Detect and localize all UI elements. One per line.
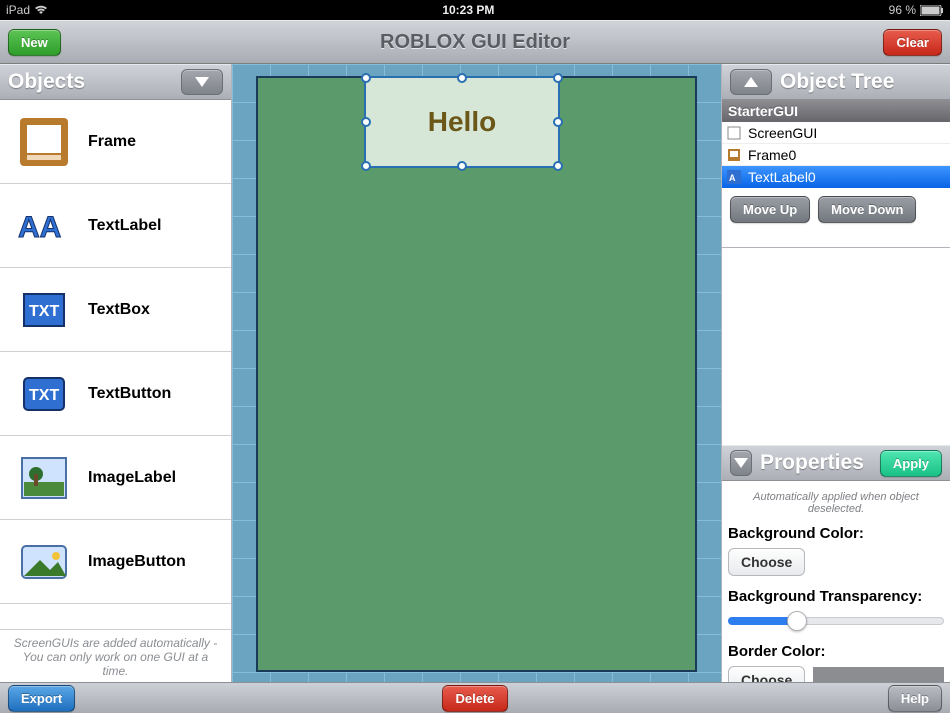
object-tree: StarterGUI ScreenGUI Frame0 A TextLabel0: [722, 100, 950, 248]
apply-button[interactable]: Apply: [880, 450, 942, 477]
objects-hint: ScreenGUIs are added automatically - You…: [0, 629, 231, 682]
prop-bgcolor-label: Background Color:: [728, 525, 944, 542]
tree-node-label: ScreenGUI: [748, 125, 817, 141]
canvas-selected-textlabel[interactable]: Hello: [364, 76, 560, 168]
canvas-area[interactable]: Hello: [232, 64, 721, 682]
palette-label: Frame: [88, 133, 136, 151]
tree-node-label: TextLabel0: [748, 169, 816, 185]
palette-item-textbutton[interactable]: TXT TextButton: [0, 352, 231, 436]
palette-item-textbox[interactable]: TXT TextBox: [0, 268, 231, 352]
status-carrier: iPad: [6, 3, 30, 17]
svg-text:TXT: TXT: [29, 387, 59, 404]
screengui-icon: [726, 125, 742, 141]
palette-item-imagelabel[interactable]: ImageLabel: [0, 436, 231, 520]
resize-handle[interactable]: [457, 161, 467, 171]
palette-label: TextBox: [88, 301, 150, 319]
resize-handle[interactable]: [361, 73, 371, 83]
frame-icon: [18, 116, 70, 168]
resize-handle[interactable]: [553, 161, 563, 171]
object-tree-title: Object Tree: [780, 70, 894, 94]
battery-icon: [920, 5, 944, 16]
tree-collapse-button[interactable]: [730, 69, 772, 95]
properties-panel: Automatically applied when object desele…: [722, 481, 950, 682]
clear-button[interactable]: Clear: [883, 29, 942, 56]
textlabel-icon: A: [726, 169, 742, 185]
resize-handle[interactable]: [361, 117, 371, 127]
bgtrans-slider[interactable]: [728, 611, 944, 631]
objects-title: Objects: [8, 70, 85, 94]
palette-item-textlabel[interactable]: AA TextLabel: [0, 184, 231, 268]
palette-item-frame[interactable]: Frame: [0, 100, 231, 184]
objects-panel: Objects Frame AA TextLabel TXT: [0, 64, 232, 682]
status-time: 10:23 PM: [48, 3, 889, 17]
textbox-icon: TXT: [18, 284, 70, 336]
bottom-toolbar: Export Delete Help: [0, 682, 950, 713]
textbutton-icon: TXT: [18, 368, 70, 420]
move-up-button[interactable]: Move Up: [730, 196, 810, 223]
tree-node-frame0[interactable]: Frame0: [722, 144, 950, 166]
properties-hint: Automatically applied when object desele…: [728, 485, 944, 525]
textlabel-icon: AA: [18, 200, 70, 252]
resize-handle[interactable]: [361, 161, 371, 171]
canvas-textlabel-text: Hello: [366, 78, 558, 166]
tree-root[interactable]: StarterGUI: [722, 100, 950, 122]
imagelabel-icon: [18, 452, 70, 504]
wifi-icon: [34, 5, 48, 15]
bordercolor-choose-button[interactable]: Choose: [728, 666, 805, 682]
ios-status-bar: iPad 10:23 PM 96 %: [0, 0, 950, 20]
tree-node-textlabel0[interactable]: A TextLabel0: [722, 166, 950, 188]
bgcolor-choose-button[interactable]: Choose: [728, 548, 805, 576]
bgcolor-swatch: [813, 549, 944, 575]
palette-label: TextButton: [88, 385, 171, 403]
svg-text:TXT: TXT: [29, 303, 59, 320]
help-button[interactable]: Help: [888, 685, 942, 712]
resize-handle[interactable]: [457, 73, 467, 83]
properties-collapse-button[interactable]: [730, 450, 752, 476]
export-button[interactable]: Export: [8, 685, 75, 712]
delete-button[interactable]: Delete: [442, 685, 507, 712]
move-down-button[interactable]: Move Down: [818, 196, 916, 223]
svg-text:AA: AA: [18, 211, 61, 244]
imagebutton-icon: [18, 536, 70, 588]
app-title: ROBLOX GUI Editor: [0, 31, 950, 54]
palette-label: ImageButton: [88, 553, 186, 571]
objects-collapse-button[interactable]: [181, 69, 223, 95]
tree-node-label: Frame0: [748, 147, 796, 163]
properties-title: Properties: [760, 451, 864, 475]
tree-node-screengui[interactable]: ScreenGUI: [722, 122, 950, 144]
resize-handle[interactable]: [553, 73, 563, 83]
svg-text:A: A: [729, 173, 736, 183]
status-battery-text: 96 %: [889, 3, 916, 17]
bordercolor-swatch: [813, 667, 944, 682]
new-button[interactable]: New: [8, 29, 61, 56]
prop-bordercolor-label: Border Color:: [728, 643, 944, 660]
top-toolbar: New ROBLOX GUI Editor Clear: [0, 20, 950, 64]
palette-item-imagebutton[interactable]: ImageButton: [0, 520, 231, 604]
palette-label: TextLabel: [88, 217, 162, 235]
palette-label: ImageLabel: [88, 469, 176, 487]
prop-bgtrans-label: Background Transparency:: [728, 588, 944, 605]
resize-handle[interactable]: [553, 117, 563, 127]
frame-icon: [726, 147, 742, 163]
